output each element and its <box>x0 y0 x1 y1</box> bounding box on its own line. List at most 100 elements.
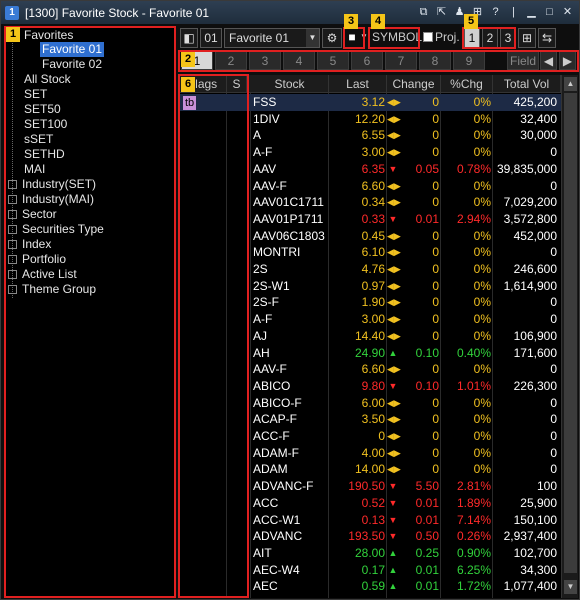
callout-badge-3: 3 <box>344 14 358 29</box>
stock-cell[interactable]: 2S-W1 <box>251 278 329 295</box>
stock-cell[interactable]: 2S <box>251 261 329 278</box>
stock-cell[interactable]: FSS <box>251 94 329 111</box>
help-icon[interactable]: ? <box>488 4 503 20</box>
layout-icon[interactable]: ◧ <box>180 28 198 48</box>
callout-box-6 <box>178 74 249 598</box>
stock-cell[interactable]: AJ <box>251 328 329 345</box>
last-cell: 9.80 <box>361 378 385 393</box>
tree-item-set50[interactable]: SET50 <box>24 102 61 117</box>
pct-change-cell: 0% <box>473 295 491 310</box>
header-stock[interactable]: Stock <box>251 75 329 93</box>
tree-item-mai[interactable]: MAI <box>24 162 45 177</box>
stock-cell[interactable]: ADAM <box>251 461 329 478</box>
tree-group-sector[interactable]: Sector <box>8 207 57 222</box>
change-cell: 0 <box>432 262 439 276</box>
tree-group-label: Index <box>22 237 52 251</box>
restore-icon[interactable]: ⧉ <box>416 4 431 20</box>
close-icon[interactable]: ✕ <box>560 4 575 20</box>
stock-cell[interactable]: ABICO <box>251 378 329 395</box>
stock-cell[interactable]: AEC-W4 <box>251 562 329 579</box>
proj-checkbox[interactable] <box>423 32 433 42</box>
share-icon[interactable]: ⇱ <box>434 4 449 20</box>
tree-group-portfolio[interactable]: Portfolio <box>8 252 66 267</box>
expand-icon[interactable] <box>8 195 17 204</box>
stock-cell[interactable]: AAV06C1803 <box>251 228 329 245</box>
stock-cell[interactable]: 1DIV <box>251 111 329 128</box>
grid-settings-icon[interactable]: ⊞ <box>518 28 536 48</box>
expand-icon[interactable] <box>8 255 17 264</box>
unchanged-arrow-icon: ◀▶ <box>387 264 401 274</box>
chevron-down-icon[interactable]: ▼ <box>306 29 319 47</box>
swap-icon[interactable]: ⇆ <box>538 28 556 48</box>
stock-cell[interactable]: ACC <box>251 495 329 512</box>
vertical-scrollbar[interactable]: ▲ ▼ <box>561 75 578 598</box>
stock-cell[interactable]: AAV <box>251 161 329 178</box>
stock-cell[interactable]: AIT <box>251 545 329 562</box>
header-pct[interactable]: %Chg <box>441 75 493 93</box>
tree-group-index[interactable]: Index <box>8 237 51 252</box>
stock-cell[interactable]: ABICO-F <box>251 395 329 412</box>
tree-item-favorite-02[interactable]: Favorite 02 <box>42 57 102 72</box>
last-cell: 3.50 <box>361 412 385 427</box>
tree-item-favorites[interactable]: Favorites <box>24 28 73 43</box>
stock-cell[interactable]: A <box>251 127 329 144</box>
tree-item-sethd[interactable]: SETHD <box>24 147 65 162</box>
tree-group-industry-mai[interactable]: Industry(MAI) <box>8 192 94 207</box>
tree-group-theme-group[interactable]: Theme Group <box>8 282 96 297</box>
tree-group-active-list[interactable]: Active List <box>8 267 77 282</box>
watchlist-tree: Favorites Favorite 01 Favorite 02 All St… <box>4 26 176 598</box>
stock-cell[interactable]: AAV01C1711 <box>251 194 329 211</box>
stock-cell[interactable]: ADVANC <box>251 528 329 545</box>
scroll-up-icon[interactable]: ▲ <box>564 77 577 91</box>
header-total-vol[interactable]: Total Vol <box>493 75 561 93</box>
stock-cell[interactable]: A-F <box>251 144 329 161</box>
tree-item-set100[interactable]: SET100 <box>24 117 67 132</box>
stock-cell[interactable]: AAV-F <box>251 361 329 378</box>
stock-cell[interactable]: AAV01P1711 <box>251 211 329 228</box>
stock-cell[interactable]: AAV-F <box>251 178 329 195</box>
change-cell: 0 <box>432 412 439 427</box>
header-last[interactable]: Last <box>329 75 387 93</box>
stock-cell[interactable]: AEC <box>251 578 329 595</box>
tree-item-set[interactable]: SET <box>24 87 47 102</box>
expand-icon[interactable] <box>8 180 17 189</box>
title-bar[interactable]: 1 [1300] Favorite Stock - Favorite 01 ⧉ … <box>1 1 579 24</box>
stock-cell[interactable]: 2S-F <box>251 294 329 311</box>
up-arrow-icon: ▲ <box>388 564 398 575</box>
minimize-icon[interactable]: ▁ <box>524 4 539 20</box>
scroll-thumb[interactable] <box>564 93 577 573</box>
tree-group-industry-set[interactable]: Industry(SET) <box>8 177 96 192</box>
tree-item-all-stock[interactable]: All Stock <box>24 72 71 87</box>
stock-cell[interactable]: A-F <box>251 311 329 328</box>
stock-cell[interactable]: ADVANC-F <box>251 478 329 495</box>
stock-cell[interactable]: ACAP-F <box>251 411 329 428</box>
maximize-icon[interactable]: □ <box>542 4 557 20</box>
total-vol-cell: 246,600 <box>513 262 557 276</box>
scroll-down-icon[interactable]: ▼ <box>564 580 577 594</box>
change-cell: 0 <box>432 178 439 193</box>
expand-icon[interactable] <box>8 225 17 234</box>
up-arrow-icon: ▲ <box>388 547 398 558</box>
tree-group-securities-type[interactable]: Securities Type <box>8 222 104 237</box>
expand-icon[interactable] <box>8 285 17 294</box>
last-cell: 14.00 <box>354 462 385 477</box>
stock-cell[interactable]: ADAM-F <box>251 445 329 462</box>
tree-item-favorite-01[interactable]: Favorite 01 <box>40 42 105 57</box>
stock-cell[interactable]: MONTRI <box>251 244 329 261</box>
expand-icon[interactable] <box>8 240 17 249</box>
header-change[interactable]: Change <box>387 75 441 93</box>
last-cell: 14.40 <box>354 328 385 343</box>
last-cell: 3.00 <box>361 312 385 327</box>
stock-cell[interactable]: ACC-F <box>251 428 329 445</box>
stock-cell[interactable]: AH <box>251 345 329 362</box>
total-vol-cell: 425,200 <box>513 95 557 109</box>
tree-item-sset[interactable]: sSET <box>24 132 53 147</box>
pct-change-cell: 7.14% <box>456 512 491 527</box>
stock-cell[interactable]: ACC-W1 <box>251 512 329 529</box>
expand-icon[interactable] <box>8 210 17 219</box>
favorite-number[interactable]: 01 <box>200 28 222 48</box>
change-cell: 5.50 <box>415 479 439 494</box>
gear-icon[interactable]: ⚙ <box>322 28 342 48</box>
change-cell: 0 <box>432 312 439 327</box>
expand-icon[interactable] <box>8 270 17 279</box>
